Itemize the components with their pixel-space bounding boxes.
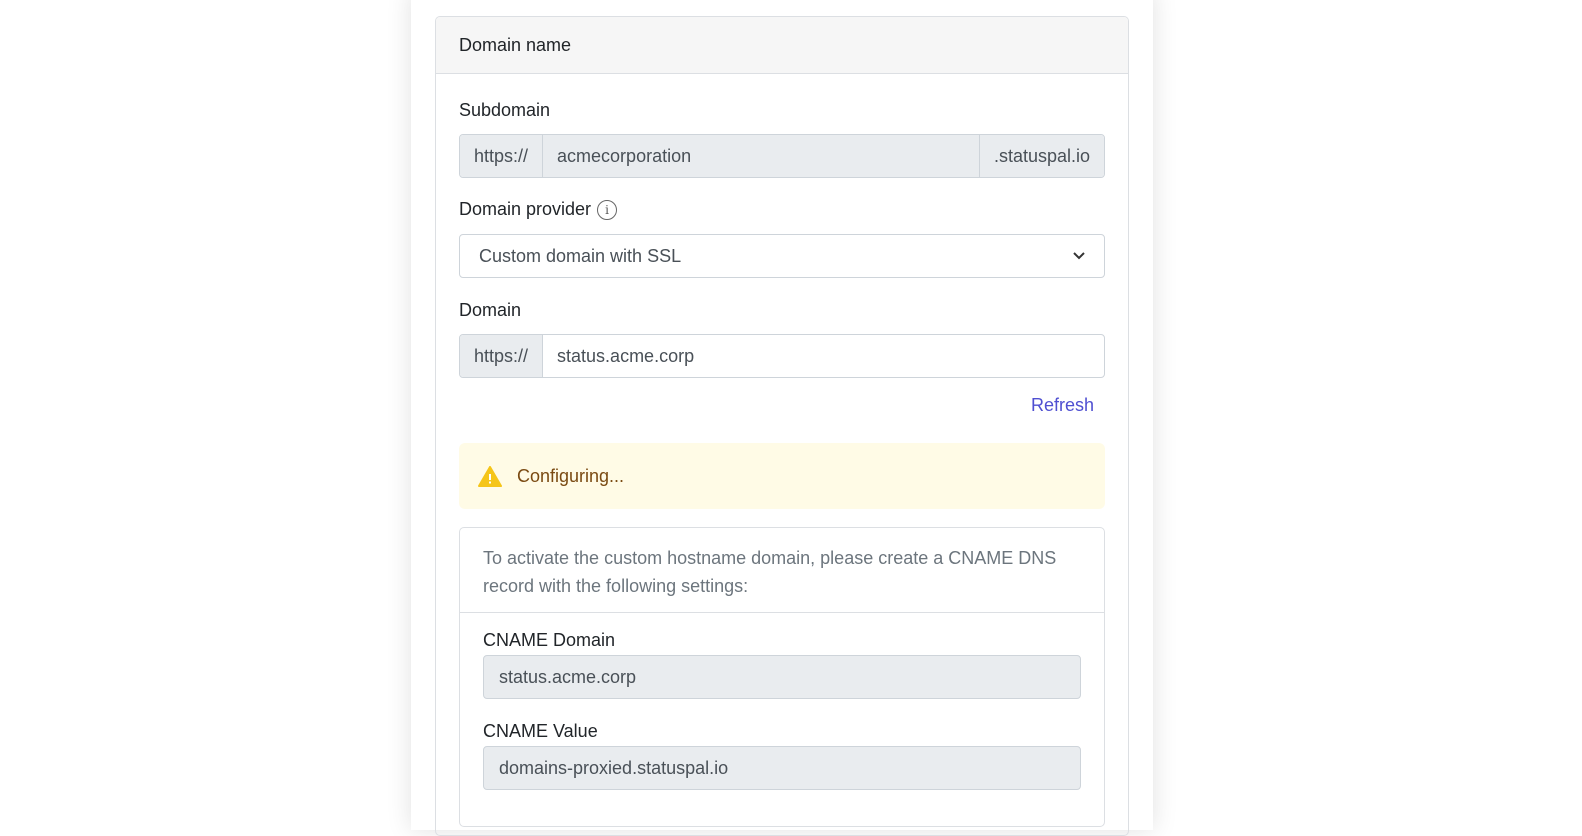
card-header: Domain name [436, 17, 1128, 74]
domain-provider-selected: Custom domain with SSL [479, 245, 682, 266]
cname-value-label: CNAME Value [483, 721, 598, 741]
domain-input[interactable]: status.acme.corp [543, 335, 1104, 377]
card-title: Domain name [459, 34, 572, 55]
cname-value-field[interactable]: domains-proxied.statuspal.io [483, 746, 1081, 790]
alert-text: Configuring... [517, 465, 625, 486]
cname-instructions-card: To activate the custom hostname domain, … [459, 527, 1105, 827]
subdomain-suffix: .statuspal.io [978, 135, 1104, 177]
cname-domain-label: CNAME Domain [483, 630, 616, 650]
warning-icon [478, 465, 502, 487]
info-icon[interactable]: i [597, 200, 618, 221]
domain-label: Domain [459, 300, 522, 320]
instructions-text: To activate the custom hostname domain, … [460, 528, 1104, 613]
domain-provider-label-text: Domain provider [459, 199, 592, 219]
subdomain-input[interactable]: acmecorporation [543, 135, 979, 177]
cname-domain-field[interactable]: status.acme.corp [483, 655, 1081, 699]
chevron-down-icon [1073, 252, 1085, 260]
domain-provider-label: Domain provider i [459, 199, 618, 221]
subdomain-input-group: https:// acmecorporation .statuspal.io [459, 134, 1105, 178]
domain-input-group: https:// status.acme.corp [459, 334, 1105, 378]
subdomain-prefix: https:// [460, 135, 544, 177]
configuring-alert: Configuring... [459, 443, 1105, 509]
subdomain-label: Subdomain [459, 100, 551, 120]
domain-prefix: https:// [460, 335, 544, 377]
domain-provider-select[interactable]: Custom domain with SSL [459, 234, 1105, 278]
refresh-link[interactable]: Refresh [1031, 395, 1094, 416]
